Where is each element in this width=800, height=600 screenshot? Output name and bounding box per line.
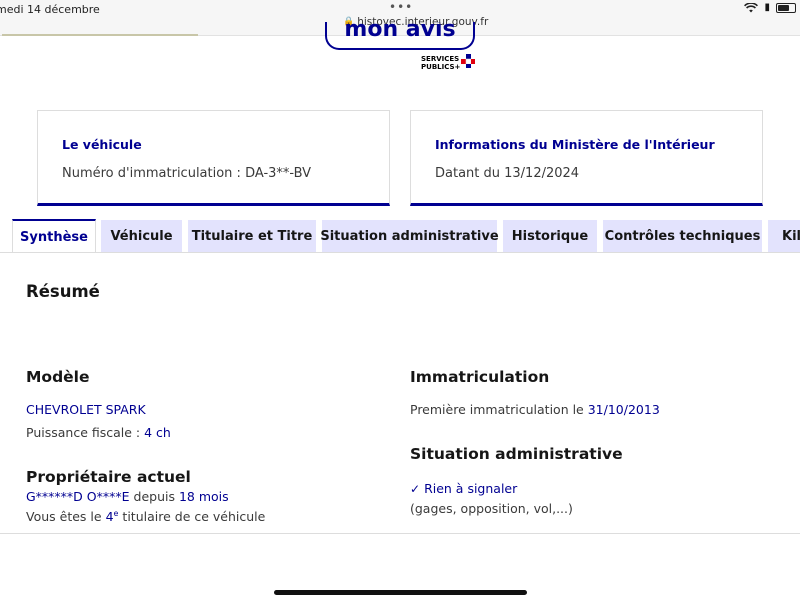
first-registration-date: 31/10/2013 [587, 402, 660, 417]
owner-rank-number: 4e [105, 509, 119, 525]
owner-rank-suffix: titulaire de ce véhicule [122, 509, 266, 525]
tab-historique[interactable]: Historique [503, 220, 597, 252]
status-time: medi 14 décembre [0, 3, 100, 16]
registration-number: Numéro d'immatriculation : DA-3**-BV [62, 166, 312, 181]
admin-status-text: Rien à signaler [424, 481, 518, 496]
admin-heading: Situation administrative [410, 445, 623, 463]
registration-heading: Immatriculation [410, 368, 550, 386]
mon-avis-logo[interactable]: mon avis [325, 22, 475, 50]
admin-status: ✓ Rien à signaler [410, 481, 517, 496]
fiscal-power-label: Puissance fiscale : [26, 425, 141, 440]
services-line1: SERVICES [421, 55, 460, 63]
system-icons: ▮ [744, 2, 796, 13]
tab-vehicule[interactable]: Véhicule [101, 220, 182, 252]
tab-titulaire[interactable]: Titulaire et Titre [188, 220, 316, 252]
tab-situation-administrative[interactable]: Situation administrative [320, 220, 499, 252]
first-registration-label: Première immatriculation le [410, 402, 584, 417]
owner-line: G******D O****E depuis 18 mois [26, 489, 229, 504]
first-registration: Première immatriculation le 31/10/2013 [410, 402, 660, 417]
wifi-icon [744, 2, 759, 12]
summary-title: Résumé [26, 282, 100, 301]
check-icon: ✓ [410, 482, 421, 496]
owner-rank-prefix: Vous êtes le [26, 509, 102, 525]
owner-since-value: 18 mois [178, 489, 229, 504]
ministry-date: Datant du 13/12/2024 [435, 166, 580, 181]
model-heading: Modèle [26, 368, 90, 386]
home-indicator[interactable] [274, 590, 527, 595]
battery-percent: ▮ [764, 2, 770, 13]
admin-detail: (gages, opposition, vol,...) [410, 501, 573, 516]
model-name: CHEVROLET SPARK [26, 402, 146, 417]
vehicle-card-title: Le véhicule [62, 137, 142, 152]
tab-kilometrage[interactable]: Kilo [768, 220, 800, 252]
owner-heading: Propriétaire actuel [26, 468, 191, 486]
ministry-card-title: Informations du Ministère de l'Intérieur [435, 137, 715, 152]
battery-icon [776, 2, 796, 13]
services-line2: PUBLICS+ [421, 63, 461, 71]
owner-name: G******D O****E [26, 489, 130, 504]
fiscal-power: Puissance fiscale : 4 ch [26, 425, 171, 440]
vehicle-card: Le véhicule Numéro d'immatriculation : D… [37, 110, 390, 206]
services-publics-flag-icon [461, 54, 475, 68]
owner-since-label: depuis [133, 489, 175, 504]
tab-synthese[interactable]: Synthèse [12, 219, 96, 253]
more-dots-icon[interactable]: ••• [389, 0, 413, 14]
ministry-card: Informations du Ministère de l'Intérieur… [410, 110, 763, 206]
logo-text: mon avis [344, 22, 456, 42]
fiscal-power-value: 4 ch [144, 425, 171, 440]
services-publics-logo: SERVICES PUBLICS+ [421, 55, 460, 71]
tab-bar: Synthèse Véhicule Titulaire et Titre Sit… [0, 219, 800, 253]
tab-controles-techniques[interactable]: Contrôles techniques [603, 220, 762, 252]
owner-rank: Vous êtes le 4e titulaire de ce véhicule [26, 509, 265, 524]
